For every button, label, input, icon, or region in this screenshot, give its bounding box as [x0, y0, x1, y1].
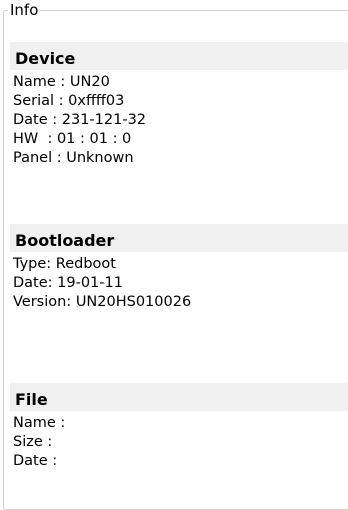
info-groupbox-title: Info [8, 1, 41, 19]
file-size: Size : [13, 434, 53, 450]
bootloader-version: Version: UN20HS010026 [13, 294, 192, 310]
device-hw: HW : 01 : 01 : 0 [13, 131, 132, 147]
file-date: Date : [13, 453, 58, 469]
bootloader-info-panel: Type: Redboot Date: 19-01-11 Version: UN… [10, 252, 348, 385]
bootloader-type: Type: Redboot [13, 256, 116, 272]
file-name: Name : [13, 415, 66, 431]
file-section-title: File [15, 390, 48, 409]
device-serial: Serial : 0xffff03 [13, 93, 125, 109]
device-date: Date : 231-121-32 [13, 112, 147, 128]
device-section-title: Device [15, 49, 76, 68]
bootloader-section: Bootloader Type: Redboot Date: 19-01-11 … [10, 224, 348, 385]
bootloader-section-title: Bootloader [15, 231, 115, 250]
file-info-panel: Name : Size : Date : [10, 411, 348, 509]
file-section: File Name : Size : Date : [10, 383, 348, 509]
bootloader-date: Date: 19-01-11 [13, 275, 123, 291]
device-panel: Panel : Unknown [13, 150, 134, 166]
device-section: Device Name : UN20 Serial : 0xffff03 Dat… [10, 42, 348, 189]
device-info-panel: Name : UN20 Serial : 0xffff03 Date : 231… [10, 70, 348, 189]
device-name: Name : UN20 [13, 74, 110, 90]
